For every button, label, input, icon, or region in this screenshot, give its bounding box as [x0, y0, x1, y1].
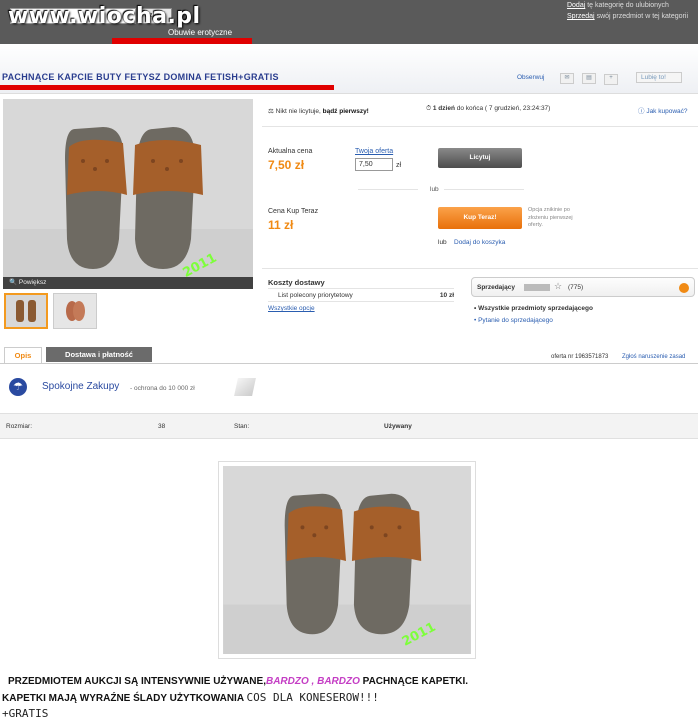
- slippers-image: 2011: [3, 99, 253, 289]
- category-label: Obuwie erotyczne: [168, 28, 233, 37]
- seller-label: Sprzedający: [477, 284, 515, 291]
- or-label: lub: [430, 186, 439, 193]
- buynow-label: Cena Kup Teraz: [268, 208, 319, 215]
- offer-input[interactable]: 7,50: [355, 158, 393, 171]
- main-photo[interactable]: 2011 🔍 Powiększ: [3, 99, 253, 289]
- state-label: Stan:: [234, 423, 250, 430]
- like-button[interactable]: Lubię to!: [636, 72, 682, 83]
- divider: [262, 268, 698, 269]
- ask-seller-link[interactable]: • Pytanie do sprzedającego: [474, 317, 553, 324]
- current-price: 7,50 zł: [268, 158, 305, 172]
- size-value: 38: [158, 423, 166, 430]
- category-links: Dodaj tę kategorię do ulubionych Sprzeda…: [566, 2, 688, 20]
- bid-status: ⚖ Nikt nie licytuje, bądź pierwszy!: [268, 108, 369, 115]
- help-link[interactable]: ⓘ Jak kupować?: [638, 105, 688, 115]
- thumbnail-1[interactable]: [4, 293, 48, 329]
- site-watermark: www.wiocha.pl: [8, 4, 201, 29]
- expand-icon[interactable]: [679, 283, 689, 293]
- umbrella-icon: ☂: [9, 378, 27, 396]
- red-underline: [0, 85, 334, 90]
- description-line-2: KAPETKI MAJĄ WYRAŹNE ŚLADY UŻYTKOWANIA C…: [2, 691, 379, 704]
- time-left: ⏱ 1 dzień do końca ( 7 grudzień, 23:24:3…: [426, 105, 551, 112]
- divider: [262, 126, 698, 127]
- seller-name-redacted: [524, 284, 550, 291]
- or-label-2: lub: [438, 239, 447, 246]
- divider: [444, 189, 524, 190]
- divider: [358, 189, 418, 190]
- shipping-heading: Koszty dostawy: [268, 278, 325, 287]
- your-offer-label[interactable]: Twoja oferta: [355, 148, 393, 155]
- state-value: Używany: [384, 423, 412, 430]
- sell-link[interactable]: Sprzedaj: [567, 13, 595, 20]
- item-parameters: Rozmiar: 38 Stan: Używany: [0, 413, 698, 439]
- buynow-price: 11 zł: [268, 218, 294, 232]
- item-title: PACHNĄCE KAPCIE BUTY FETYSZ DOMINA FETIS…: [2, 72, 279, 82]
- add-to-cart-link[interactable]: Dodaj do koszyka: [454, 239, 505, 246]
- tab-divider: [0, 363, 698, 364]
- description-line-3: +GRATIS: [2, 707, 49, 720]
- buy-now-button[interactable]: Kup Teraz!: [438, 207, 522, 229]
- seller-rating: (775): [568, 284, 584, 291]
- add-favorite-link[interactable]: Dodaj: [567, 2, 585, 9]
- report-link[interactable]: Zgłoś naruszenie zasad: [622, 354, 685, 360]
- safe-shopping-note: - ochrona do 10 000 zł: [130, 385, 195, 392]
- description-line-1: PRZEDMIOTEM AUKCJI SĄ INTENSYWNIE UŻYWAN…: [8, 676, 469, 687]
- safe-shopping-title[interactable]: Spokojne Zakupy: [42, 381, 119, 392]
- print-icon[interactable]: ▤: [582, 73, 596, 84]
- all-shipping-options-link[interactable]: Wszystkie opcje: [268, 305, 315, 312]
- star-icon: ☆: [554, 281, 563, 291]
- plus-share-icon[interactable]: +: [604, 74, 618, 85]
- description-photo: 2011: [218, 461, 476, 659]
- current-price-label: Aktualna cena: [268, 148, 313, 155]
- buynow-note: Opcja znikinie po złożeniu pierwszej ofe…: [528, 207, 573, 228]
- watch-link[interactable]: Obserwuj: [517, 74, 544, 81]
- tab-description[interactable]: Opis: [4, 347, 42, 363]
- slippers-image: 2011: [223, 466, 471, 654]
- email-icon[interactable]: ✉: [560, 73, 574, 84]
- shipping-row: List polecony priorytetowy 10 zł: [278, 292, 454, 299]
- enlarge-caption[interactable]: 🔍 Powiększ: [3, 277, 253, 289]
- top-bar: Szukaj Obuwie erotyczne Dodaj tę kategor…: [0, 0, 698, 44]
- title-row: PACHNĄCE KAPCIE BUTY FETYSZ DOMINA FETIS…: [0, 44, 698, 94]
- thumbnail-2[interactable]: [53, 293, 97, 329]
- offer-number: oferta nr 1963571873: [551, 354, 609, 360]
- offer-unit: zł: [396, 162, 402, 169]
- arrow-icon: [234, 378, 256, 396]
- tab-delivery[interactable]: Dostawa i płatność: [46, 347, 152, 362]
- seller-box[interactable]: Sprzedający ☆ (775): [471, 277, 695, 297]
- share-icons: ✉ ▤ +: [560, 72, 626, 85]
- divider: [268, 301, 454, 302]
- seller-items-link[interactable]: • Wszystkie przedmioty sprzedającego: [474, 305, 593, 312]
- bid-button[interactable]: Licytuj: [438, 148, 522, 168]
- divider: [268, 288, 454, 289]
- size-label: Rozmiar:: [6, 423, 33, 430]
